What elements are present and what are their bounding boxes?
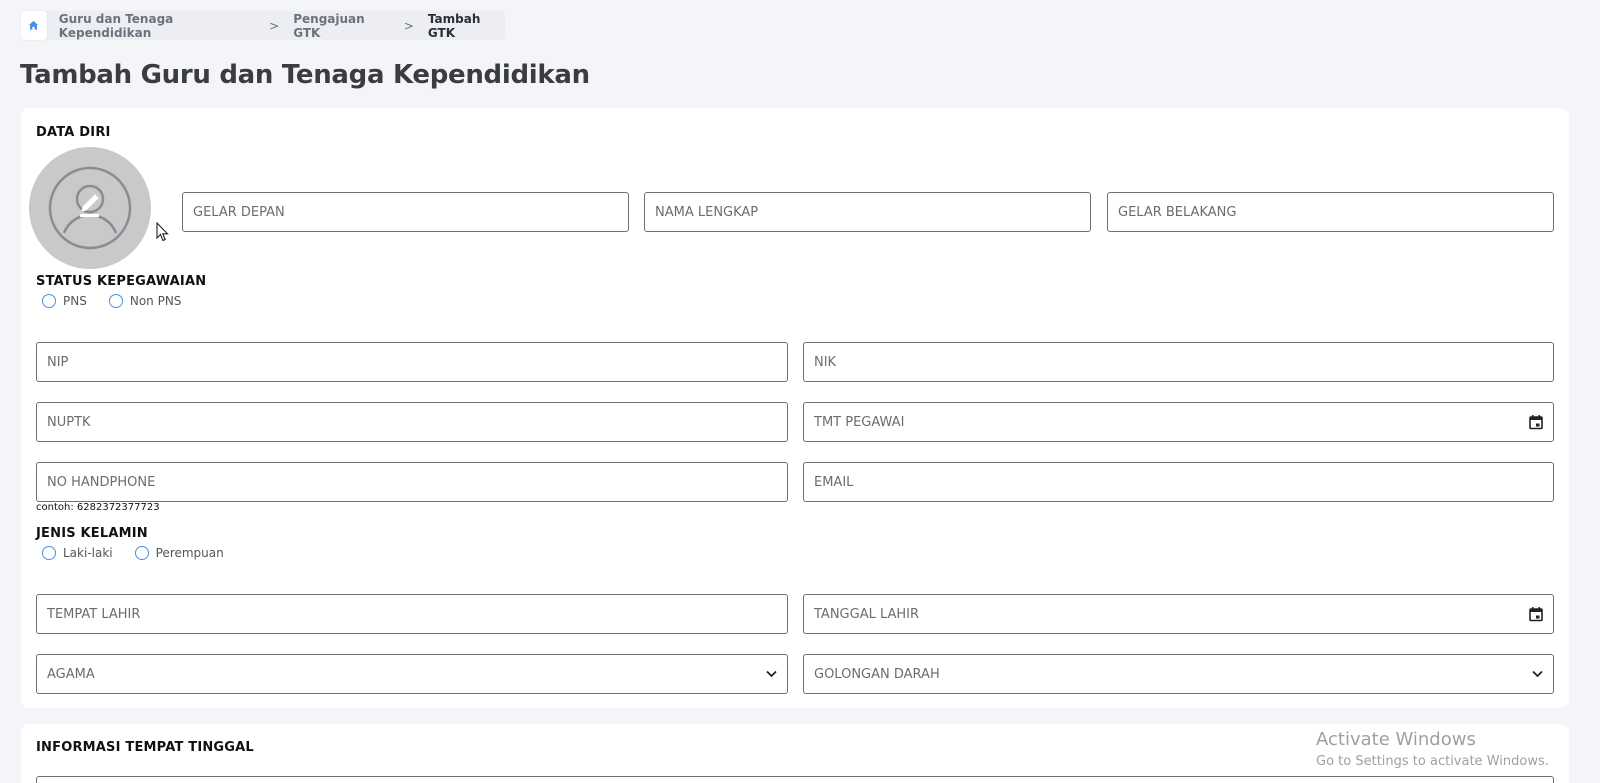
section-label-data-diri: DATA DIRI: [36, 125, 111, 140]
breadcrumb-separator: >: [269, 18, 280, 33]
nik-input[interactable]: NIK: [803, 342, 1554, 382]
breadcrumb-item-pengajuan[interactable]: Pengajuan GTK: [293, 12, 388, 40]
phone-hint: contoh: 6282372377723: [36, 502, 160, 513]
watermark-title: Activate Windows: [1316, 729, 1476, 750]
tanggal-lahir-date-input[interactable]: TANGGAL LAHIR: [803, 594, 1554, 634]
section-label-jenis-kelamin: JENIS KELAMIN: [36, 526, 148, 541]
section-label-status-kepegawaian: STATUS KEPEGAWAIAN: [36, 274, 207, 289]
breadcrumb-item-current: Tambah GTK: [427, 11, 481, 40]
data-diri-card: DATA DIRI GELAR DEPAN NAMA LENGKAP GELAR…: [21, 108, 1569, 708]
breadcrumb: Guru dan Tenaga Kependidikan > Pengajuan…: [21, 11, 505, 40]
radio-perempuan[interactable]: Perempuan: [134, 546, 224, 560]
radio-label: Perempuan: [155, 546, 224, 560]
breadcrumb-separator: >: [403, 18, 414, 33]
no-handphone-input[interactable]: NO HANDPHONE: [36, 462, 788, 502]
calendar-icon[interactable]: [1529, 415, 1543, 430]
breadcrumb-item-guru[interactable]: Guru dan Tenaga Kependidikan: [59, 12, 253, 40]
alamat-input[interactable]: [36, 776, 1554, 783]
section-label-tempat-tinggal: INFORMASI TEMPAT TINGGAL: [36, 740, 254, 755]
calendar-icon[interactable]: [1529, 607, 1543, 622]
tanggal-lahir-placeholder: TANGGAL LAHIR: [814, 606, 920, 622]
nip-input[interactable]: NIP: [36, 342, 788, 382]
status-radio-group: PNS Non PNS: [42, 294, 203, 308]
radio-non-pns[interactable]: Non PNS: [108, 294, 182, 308]
watermark-subtitle: Go to Settings to activate Windows.: [1316, 754, 1549, 769]
gelar-belakang-input[interactable]: GELAR BELAKANG: [1107, 192, 1554, 232]
mouse-cursor-icon: [156, 222, 169, 242]
nama-lengkap-input[interactable]: NAMA LENGKAP: [644, 192, 1091, 232]
tempat-lahir-input[interactable]: TEMPAT LAHIR: [36, 594, 788, 634]
agama-placeholder: AGAMA: [47, 666, 95, 682]
radio-circle[interactable]: [134, 546, 149, 560]
avatar-upload[interactable]: [29, 147, 151, 269]
email-input[interactable]: EMAIL: [803, 462, 1554, 502]
radio-pns[interactable]: PNS: [42, 294, 87, 308]
windows-activation-watermark: Activate Windows Go to Settings to activ…: [1316, 729, 1549, 769]
breadcrumb-home[interactable]: [21, 11, 47, 40]
user-edit-icon: [48, 166, 132, 250]
home-icon: [29, 20, 39, 30]
radio-circle[interactable]: [42, 546, 56, 560]
tmt-pegawai-placeholder: TMT PEGAWAI: [814, 414, 905, 430]
gender-radio-group: Laki-laki Perempuan: [42, 546, 246, 560]
radio-label: Non PNS: [129, 294, 182, 308]
golongan-darah-placeholder: GOLONGAN DARAH: [814, 666, 940, 682]
chevron-down-icon: [1532, 670, 1543, 678]
radio-label: PNS: [63, 294, 87, 308]
tmt-pegawai-date-input[interactable]: TMT PEGAWAI: [803, 402, 1554, 442]
radio-laki-laki[interactable]: Laki-laki: [42, 546, 113, 560]
nuptk-input[interactable]: NUPTK: [36, 402, 788, 442]
radio-circle[interactable]: [108, 294, 123, 308]
agama-select[interactable]: AGAMA: [36, 654, 788, 694]
chevron-down-icon: [766, 670, 777, 678]
golongan-darah-select[interactable]: GOLONGAN DARAH: [803, 654, 1554, 694]
radio-label: Laki-laki: [63, 546, 113, 560]
page-title: Tambah Guru dan Tenaga Kependidikan: [20, 60, 590, 90]
radio-circle[interactable]: [42, 294, 56, 308]
gelar-depan-input[interactable]: GELAR DEPAN: [182, 192, 629, 232]
